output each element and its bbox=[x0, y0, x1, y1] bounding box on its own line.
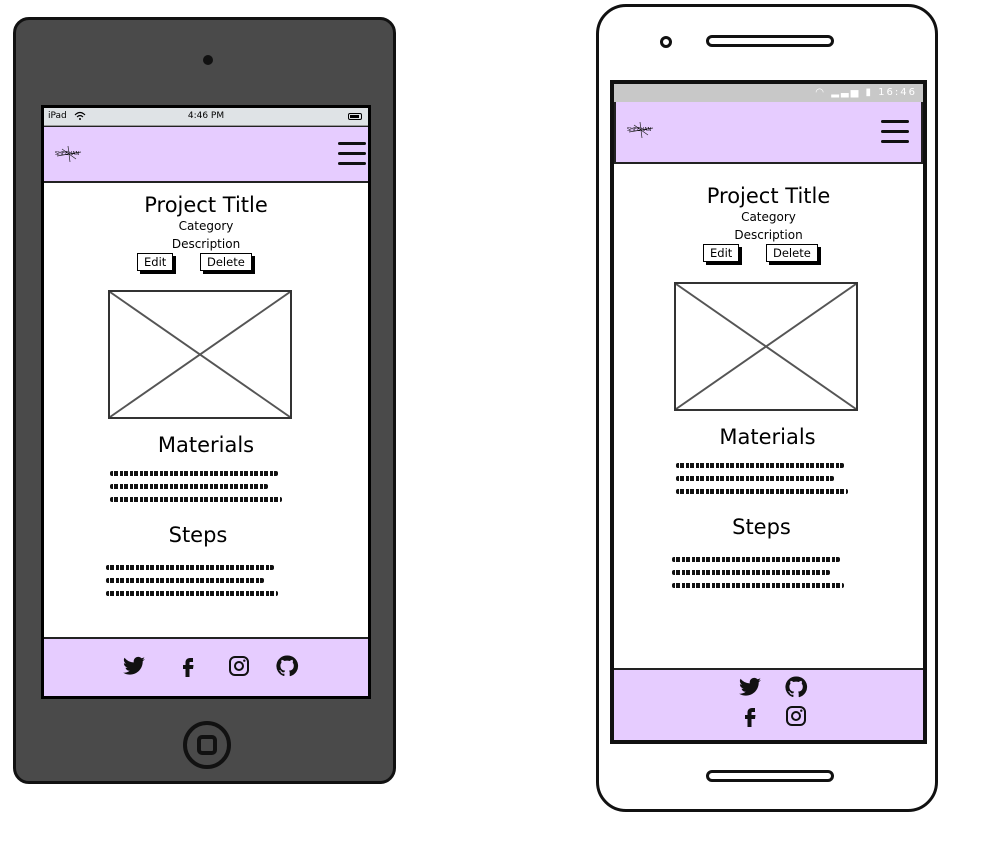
menu-icon[interactable] bbox=[338, 142, 366, 165]
action-buttons: Edit Delete bbox=[614, 244, 923, 268]
facebook-icon[interactable] bbox=[176, 654, 200, 678]
logo-text: SHEEHAN bbox=[627, 127, 652, 133]
menu-icon[interactable] bbox=[881, 120, 909, 143]
project-category: Category bbox=[741, 210, 796, 224]
navbar: SHEEHAN bbox=[44, 126, 368, 183]
tablet-screen: iPad 4:46 PM SHEEHAN Project Title Categ… bbox=[41, 105, 371, 699]
twitter-icon[interactable] bbox=[122, 654, 146, 678]
site-logo[interactable]: SHEEHAN bbox=[54, 144, 84, 164]
status-time: 4:46 PM bbox=[187, 111, 225, 121]
project-image-placeholder bbox=[108, 290, 292, 419]
footer bbox=[44, 637, 368, 696]
project-title: Project Title bbox=[706, 184, 831, 208]
project-detail: Project Title Category Description Edit … bbox=[44, 183, 368, 638]
tablet-status-bar: iPad 4:46 PM bbox=[44, 108, 368, 126]
materials-text bbox=[676, 463, 848, 502]
phone-bottom-speaker bbox=[706, 770, 834, 782]
edit-button[interactable]: Edit bbox=[137, 253, 174, 271]
phone-screen: ◠ ▂▃▅ ▮ 16:46 SHEEHAN Project Title Cate… bbox=[610, 80, 927, 744]
status-time: 16:46 bbox=[878, 87, 917, 98]
materials-heading: Materials bbox=[157, 433, 255, 457]
phone-status-bar: ◠ ▂▃▅ ▮ 16:46 bbox=[614, 84, 923, 102]
delete-button[interactable]: Delete bbox=[200, 253, 252, 271]
status-icons: ◠ ▂▃▅ ▮ 16:46 bbox=[815, 84, 917, 102]
steps-text bbox=[672, 557, 844, 596]
project-detail: Project Title Category Description Edit … bbox=[614, 164, 923, 664]
project-title: Project Title bbox=[144, 193, 268, 217]
signal-icon: ▂▃▅ bbox=[831, 87, 861, 98]
github-icon[interactable] bbox=[784, 675, 808, 699]
edit-button[interactable]: Edit bbox=[703, 244, 740, 262]
twitter-icon[interactable] bbox=[738, 675, 762, 699]
phone-device-frame: ◠ ▂▃▅ ▮ 16:46 SHEEHAN Project Title Cate… bbox=[596, 4, 938, 812]
project-category: Category bbox=[178, 219, 234, 233]
footer bbox=[614, 668, 923, 740]
github-icon[interactable] bbox=[275, 654, 299, 678]
tablet-home-button[interactable] bbox=[183, 721, 231, 769]
delete-button[interactable]: Delete bbox=[766, 244, 818, 262]
instagram-icon[interactable] bbox=[784, 704, 808, 728]
phone-camera bbox=[660, 36, 672, 48]
action-buttons: Edit Delete bbox=[44, 253, 368, 277]
battery-icon bbox=[348, 113, 362, 120]
logo-text: SHEEHAN bbox=[55, 151, 80, 157]
site-logo[interactable]: SHEEHAN bbox=[626, 120, 656, 140]
tablet-device-frame: iPad 4:46 PM SHEEHAN Project Title Categ… bbox=[13, 17, 396, 784]
project-description: Description bbox=[734, 228, 803, 242]
steps-heading: Steps bbox=[732, 515, 791, 539]
materials-text bbox=[110, 471, 282, 510]
navbar: SHEEHAN bbox=[614, 102, 923, 164]
instagram-icon[interactable] bbox=[227, 654, 251, 678]
wifi-icon: ◠ bbox=[815, 87, 827, 98]
tablet-camera bbox=[203, 55, 213, 65]
facebook-icon[interactable] bbox=[738, 704, 762, 728]
project-description: Description bbox=[171, 237, 241, 251]
steps-text bbox=[106, 565, 278, 604]
materials-heading: Materials bbox=[719, 425, 816, 449]
steps-heading: Steps bbox=[168, 523, 228, 547]
battery-icon: ▮ bbox=[865, 87, 873, 98]
project-image-placeholder bbox=[674, 282, 858, 411]
phone-speaker bbox=[706, 35, 834, 47]
